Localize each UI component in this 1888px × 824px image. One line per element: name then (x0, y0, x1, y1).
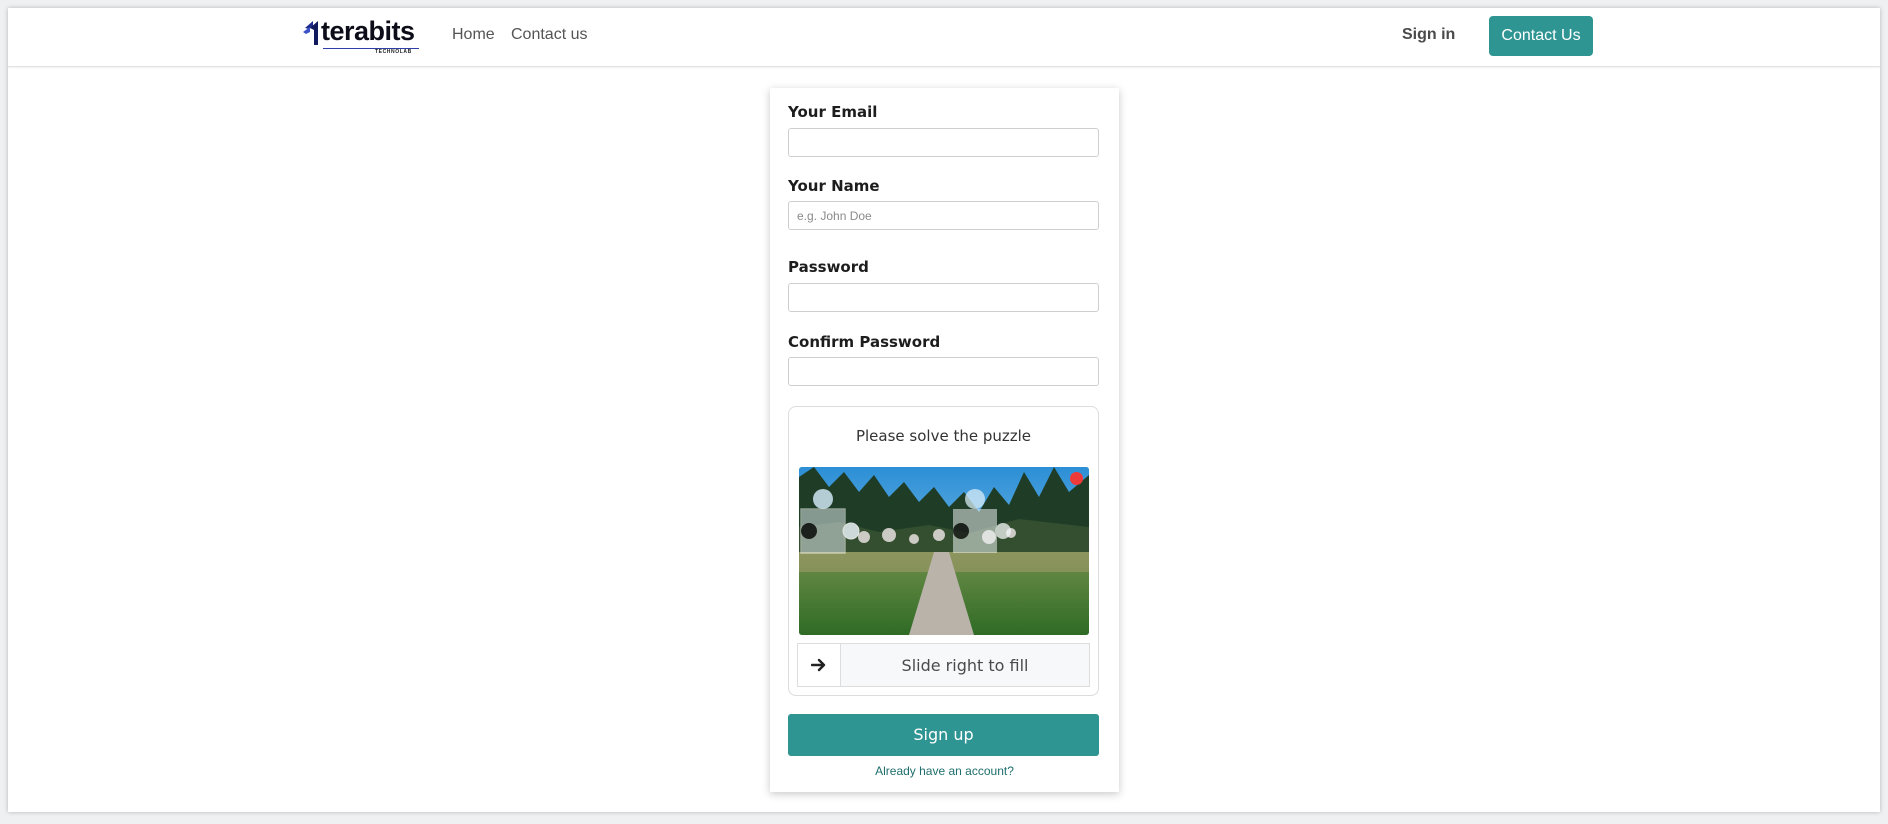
sign-up-button[interactable]: Sign up (788, 714, 1099, 756)
confirm-password-label: Confirm Password (788, 333, 941, 351)
nav-contact-link[interactable]: Contact us (511, 26, 587, 44)
arrow-right-icon (811, 658, 826, 672)
red-dot-icon[interactable] (1070, 472, 1083, 485)
name-field[interactable] (788, 201, 1099, 230)
slider-handle[interactable] (798, 644, 841, 686)
nav-home-link[interactable]: Home (452, 26, 495, 44)
terabits-logo[interactable]: terabits TECHNOLAB (303, 16, 423, 58)
terabits-logo-icon (303, 21, 318, 45)
logo-wordmark: terabits (321, 16, 415, 46)
captcha-slider[interactable]: Slide right to fill (797, 643, 1090, 687)
slider-text: Slide right to fill (901, 656, 1029, 675)
park-path-image (799, 467, 1089, 635)
name-label: Your Name (788, 177, 880, 195)
browser-page: terabits TECHNOLAB Home Contact us Sign … (8, 8, 1880, 812)
already-have-account-link[interactable]: Already have an account? (770, 764, 1119, 778)
confirm-password-field[interactable] (788, 357, 1099, 386)
email-label: Your Email (788, 103, 878, 121)
contact-us-button[interactable]: Contact Us (1489, 16, 1593, 56)
logo-subtext: TECHNOLAB (375, 49, 412, 55)
password-field[interactable] (788, 283, 1099, 312)
captcha-puzzle: Please solve the puzzle Slide right to f… (788, 406, 1099, 696)
signup-card: Your Email Your Name Password Confirm Pa… (770, 88, 1119, 792)
password-label: Password (788, 258, 869, 276)
captcha-image (799, 467, 1089, 635)
email-field[interactable] (788, 128, 1099, 157)
top-navbar: terabits TECHNOLAB Home Contact us Sign … (8, 8, 1880, 67)
captcha-title: Please solve the puzzle (855, 427, 1032, 445)
sign-in-link[interactable]: Sign in (1402, 26, 1455, 44)
